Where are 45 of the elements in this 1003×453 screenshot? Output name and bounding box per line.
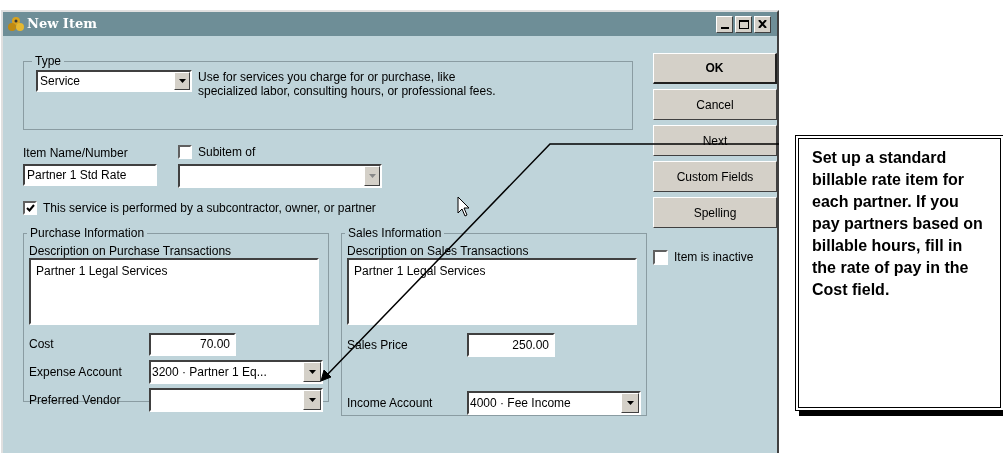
minimize-icon (720, 26, 729, 29)
checkbox[interactable] (23, 201, 37, 215)
checkbox-label: Item is inactive (674, 249, 754, 266)
caret-icon (178, 79, 186, 83)
caret-icon (308, 398, 316, 402)
description-field[interactable]: Partner 1 Legal Services (29, 258, 319, 325)
close-icon (758, 20, 767, 28)
app-icon (7, 16, 25, 32)
dialog-button[interactable]: Custom Fields (653, 161, 777, 192)
group-title: Type (34, 53, 62, 70)
dialog-button[interactable]: Cancel (653, 89, 777, 120)
vendor-dropdown[interactable] (149, 388, 323, 412)
caret-icon (368, 174, 376, 178)
checkbox-label: Subitem of (198, 144, 256, 161)
dialog-button[interactable]: OK (653, 53, 777, 84)
field-label: Cost (29, 336, 55, 353)
subitem-dropdown[interactable] (178, 164, 382, 188)
field-label: Description on Purchase Transactions (29, 243, 233, 258)
window-title: New Item (27, 15, 97, 34)
callout-text: Set up a standard billable rate item for each partner. If you pay partners based on billable hours, fill in the rate of pay in the Cost field. (812, 148, 984, 300)
mouse-pointer-icon (457, 196, 471, 218)
field-label: Item Name/Number (23, 145, 129, 160)
item-name-field[interactable]: Partner 1 Std Rate (23, 164, 157, 186)
type-dropdown[interactable]: Service (36, 70, 192, 92)
dialog-button[interactable]: Spelling (653, 197, 777, 228)
caret-icon (626, 401, 634, 405)
checkbox-label: This service is performed by a subcontractor, owner, or partner (43, 200, 376, 217)
group-title: Sales Information (347, 225, 443, 242)
checkbox[interactable] (178, 145, 192, 159)
sales-price-field[interactable]: 250.00 (467, 333, 555, 357)
maximize-button[interactable] (735, 15, 752, 33)
minimize-button[interactable] (716, 15, 733, 33)
expense-account-dropdown[interactable]: 3200 · Partner 1 Eq... (149, 360, 323, 384)
cost-field[interactable]: 70.00 (149, 332, 236, 356)
field-label: Income Account (347, 395, 434, 412)
income-account-dropdown[interactable]: 4000 · Fee Income (467, 391, 641, 415)
field-label: Expense Account (29, 364, 123, 381)
group-title: Purchase Information (29, 225, 146, 242)
check-icon (25, 204, 35, 212)
type-description: Use for services you charge for or purchase, like specialized labor, consulting hours, or professional fees. (198, 70, 497, 98)
field-label: Preferred Vendor (29, 392, 122, 409)
checkbox[interactable] (653, 249, 668, 265)
close-button[interactable] (754, 15, 771, 33)
maximize-icon (738, 19, 749, 29)
caret-icon (308, 370, 316, 374)
